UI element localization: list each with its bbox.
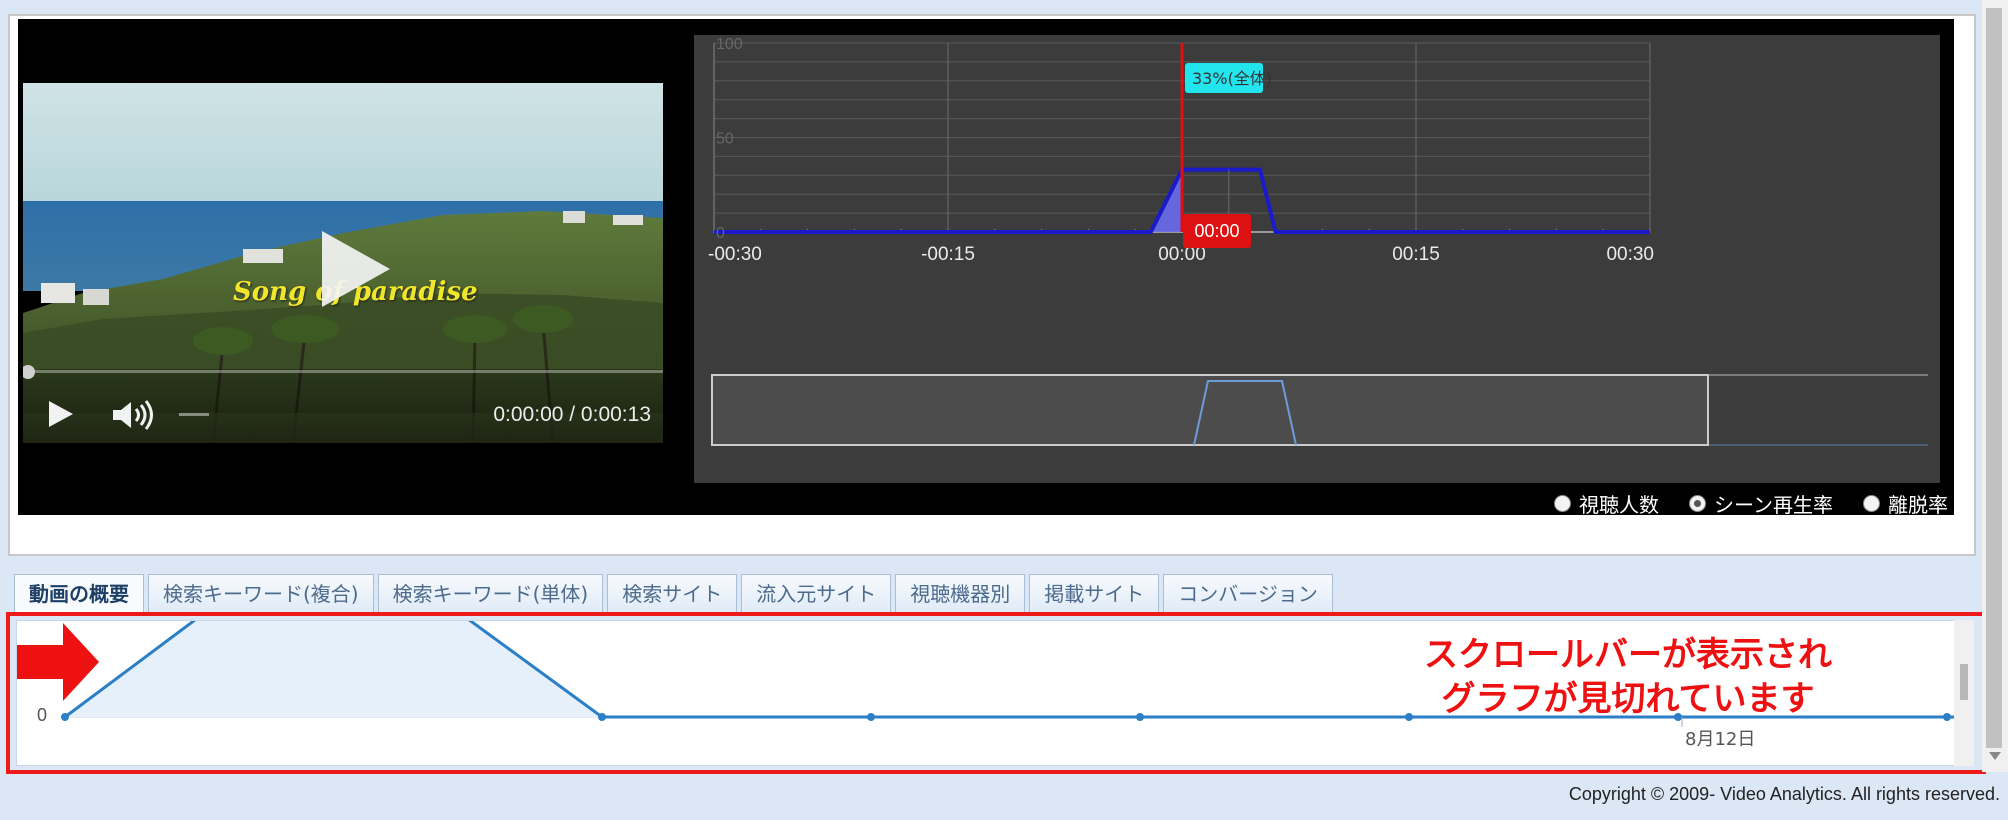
summary-point [867,713,875,721]
tab-list: 動画の概要 検索キーワード(複合) 検索キーワード(単体) 検索サイト 流入元サイト 視聴… [14,574,1337,614]
chart-overview-navigator[interactable] [711,374,1928,446]
tab-2[interactable]: 検索キーワード(複合) [148,574,374,614]
tab-bar: 動画の概要 検索キーワード(複合) 検索キーワード(単体) 検索サイト 流入元サイト 視聴… [10,570,1976,614]
radio-button[interactable] [1554,495,1571,512]
radio-option-1[interactable]: 視聴人数 [1554,489,1659,518]
x-tick-label: -00:30 [708,244,762,265]
radio-label: 視聴人数 [1579,493,1659,517]
radio-option-3[interactable]: 離脱率 [1863,489,1948,518]
summary-date-label: 8月12日 [1685,729,1755,750]
scroll-down-icon[interactable] [1989,752,2001,760]
callout-line-1: スクロールバーが表示され [1424,635,1832,675]
x-tick-label: 00:30 [1606,244,1654,265]
page-scrollbar-thumb[interactable] [1986,8,2002,748]
seek-bar[interactable] [23,365,663,379]
seek-handle[interactable] [23,365,35,379]
y-tick-label: 0 [716,225,725,242]
summary-point [1136,713,1144,721]
player-area: Song of paradise 0:00:00 / 0:00:13 100 5… [18,19,1954,518]
video-player[interactable]: Song of paradise 0:00:00 / 0:00:13 [23,83,663,443]
tab-8[interactable]: コンバージョン [1163,574,1333,614]
y-tick-label: 100 [716,36,743,53]
play-icon[interactable] [47,399,75,429]
overview-window[interactable] [711,374,1709,446]
chart-canvas[interactable]: 100 50 0 -00:30 -00:15 00:00 00:15 00:30 33%(全体… [694,35,1940,483]
y-tick-label: 50 [716,131,734,148]
tab-3[interactable]: 検索キーワード(単体) [377,574,604,614]
time-display: 0:00:00 / 0:00:13 [493,403,651,426]
radio-button[interactable] [1689,495,1706,512]
tab-5[interactable]: 流入元サイト [741,574,892,614]
summary-point [1943,713,1951,721]
radio-option-2[interactable]: シーン再生率 [1689,489,1833,518]
inner-scrollbar[interactable] [1954,620,1974,766]
radio-button[interactable] [1863,495,1880,512]
cursor-tooltip-text: 33%(全体) [1192,69,1272,88]
radio-label: シーン再生率 [1714,493,1833,517]
x-tick-label: 00:15 [1392,244,1440,265]
callout-annotation: スクロールバーが表示され グラフが見切れています [1383,633,1873,721]
inner-scrollbar-thumb[interactable] [1960,664,1968,700]
summary-area [65,621,602,717]
video-controls: 0:00:00 / 0:00:13 [23,365,663,443]
big-play-icon[interactable] [318,229,392,309]
volume-icon[interactable] [111,399,155,431]
chart-cursor[interactable]: 33%(全体) 00:00 [1180,43,1272,248]
summary-y-tick-label: 0 [37,705,47,725]
cursor-time-label: 00:00 [1194,221,1239,241]
summary-graph-panel[interactable]: 0 8月12日 スクロールバーが表示され グラフが見切れています [16,620,1956,766]
summary-point [598,713,606,721]
footer-copyright: Copyright © 2009- Video Analytics. All r… [1568,784,2000,804]
summary-point [61,713,69,721]
tab-1[interactable]: 動画の概要 [14,574,144,614]
radio-label: 離脱率 [1888,493,1948,517]
volume-slider[interactable] [179,413,209,416]
callout-line-2: グラフが見切れています [1441,679,1815,719]
tab-6[interactable]: 視聴機器別 [895,574,1026,614]
metric-radio-group[interactable]: 視聴人数 シーン再生率 離脱率 [1524,489,1948,518]
x-tick-label: -00:15 [921,244,975,265]
tab-4[interactable]: 検索サイト [607,574,738,614]
scene-playback-chart[interactable]: 100 50 0 -00:30 -00:15 00:00 00:15 00:30 33%(全体… [694,35,1940,483]
page-scrollbar[interactable] [1982,0,2008,772]
arrow-right-icon [17,623,99,701]
tab-7[interactable]: 掲載サイト [1029,574,1160,614]
